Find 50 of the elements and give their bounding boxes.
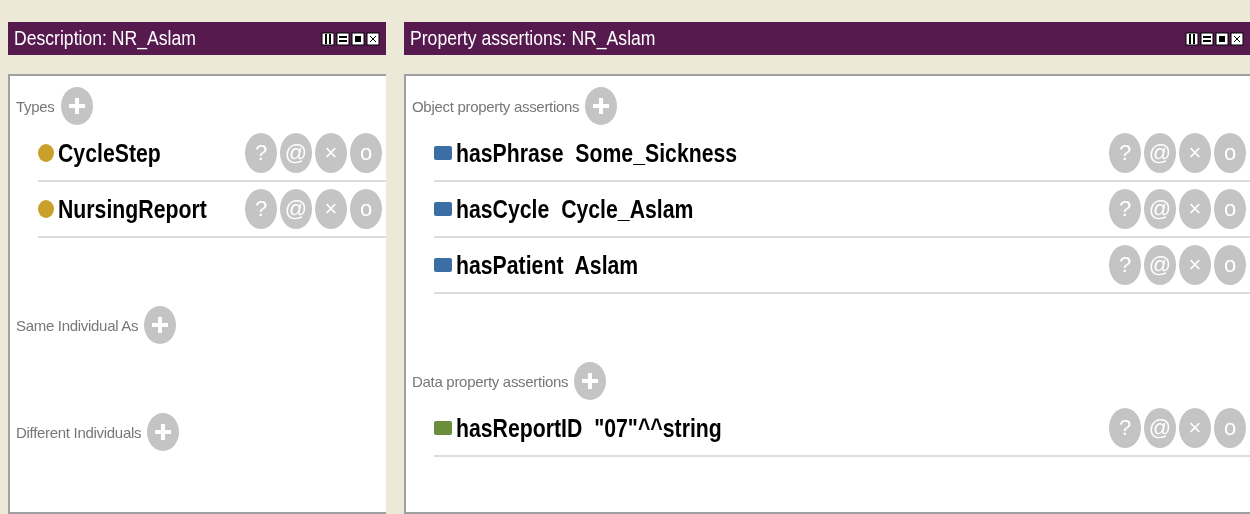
edit-button[interactable]: o <box>350 133 382 173</box>
plus-icon <box>580 371 601 391</box>
close-icon[interactable] <box>366 31 380 46</box>
explain-button[interactable]: ? <box>1109 133 1141 173</box>
section-label: Object property assertions <box>412 97 580 115</box>
plus-icon <box>153 422 174 442</box>
split-icon[interactable] <box>321 31 335 46</box>
explain-button[interactable]: ? <box>245 189 277 229</box>
delete-button[interactable]: × <box>1179 133 1211 173</box>
plus-icon <box>66 96 87 116</box>
plus-icon <box>591 96 612 116</box>
split-icon[interactable] <box>1185 31 1199 46</box>
annotate-button[interactable]: @ <box>1144 408 1176 448</box>
explain-button[interactable]: ? <box>1109 245 1141 285</box>
delete-button[interactable]: × <box>315 133 347 173</box>
minimize-icon[interactable] <box>336 31 350 46</box>
panel-title: Description: NR_Aslam <box>14 27 196 50</box>
section-label: Types <box>16 97 55 115</box>
explain-button[interactable]: ? <box>1109 408 1141 448</box>
edit-button[interactable]: o <box>1214 408 1246 448</box>
section-label: Different Individuals <box>16 423 142 441</box>
annotate-button[interactable]: @ <box>1144 189 1176 229</box>
panel-title: Property assertions: NR_Aslam <box>410 27 656 50</box>
edit-button[interactable]: o <box>350 189 382 229</box>
delete-button[interactable]: × <box>315 189 347 229</box>
section-label: Same Individual As <box>16 316 139 334</box>
section-label: Data property assertions <box>412 372 569 390</box>
minimize-icon[interactable] <box>1200 31 1214 46</box>
explain-button[interactable]: ? <box>1109 189 1141 229</box>
annotate-button[interactable]: @ <box>1144 133 1176 173</box>
assertion-text[interactable]: NursingReport <box>58 194 207 224</box>
close-icon[interactable] <box>1230 31 1244 46</box>
maximize-icon[interactable] <box>351 31 365 46</box>
maximize-icon[interactable] <box>1215 31 1229 46</box>
annotate-button[interactable]: @ <box>1144 245 1176 285</box>
delete-button[interactable]: × <box>1179 189 1211 229</box>
edit-button[interactable]: o <box>1214 133 1246 173</box>
plus-icon <box>150 315 171 335</box>
assertion-text[interactable]: hasReportID "07"^^string <box>456 413 722 443</box>
delete-button[interactable]: × <box>1179 245 1211 285</box>
assertion-text[interactable]: hasPhrase Some_Sickness <box>456 138 738 168</box>
assertion-text[interactable]: CycleStep <box>58 138 161 168</box>
edit-button[interactable]: o <box>1214 245 1246 285</box>
explain-button[interactable]: ? <box>245 133 277 173</box>
edit-button[interactable]: o <box>1214 189 1246 229</box>
delete-button[interactable]: × <box>1179 408 1211 448</box>
annotate-button[interactable]: @ <box>280 133 312 173</box>
assertion-text[interactable]: hasCycle Cycle_Aslam <box>456 194 694 224</box>
assertion-text[interactable]: hasPatient Aslam <box>456 250 639 280</box>
annotate-button[interactable]: @ <box>280 189 312 229</box>
